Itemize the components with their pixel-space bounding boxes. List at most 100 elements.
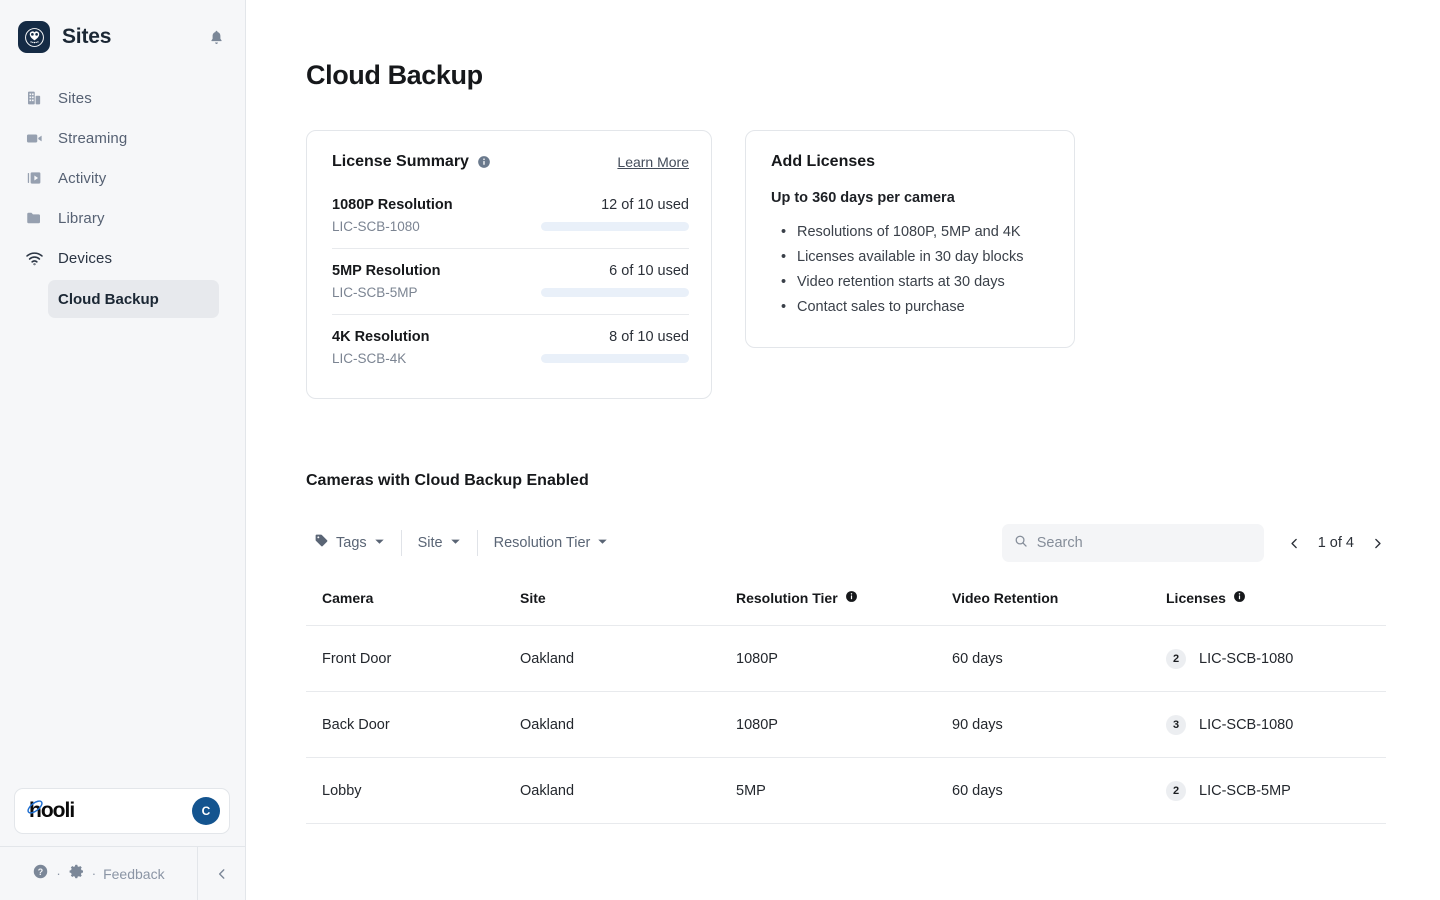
sidebar-item-streaming[interactable]: Streaming: [12, 118, 233, 158]
table-header-row: Camera Site Resolution Tier Video Retent…: [306, 570, 1386, 626]
license-sku: LIC-SCB-1080: [332, 219, 420, 234]
summary-cards: License Summary Learn More 1080P Resolut: [306, 130, 1440, 399]
main-content: Cloud Backup License Summary Learn More: [246, 0, 1440, 900]
license-used: 12 of 10 used: [601, 197, 689, 213]
sidebar-item-cloud-backup[interactable]: Cloud Backup: [48, 280, 219, 318]
cell-resolution-tier: 5MP: [736, 782, 766, 799]
table-row[interactable]: Back Door Oakland 1080P 90 days 3 LIC-SC…: [306, 692, 1386, 758]
license-summary-card: License Summary Learn More 1080P Resolut: [306, 130, 712, 399]
license-name: 4K Resolution: [332, 329, 430, 345]
search-box[interactable]: [1001, 524, 1264, 562]
list-item: Licenses available in 30 day blocks: [771, 245, 1050, 270]
info-icon[interactable]: [477, 155, 491, 169]
org-switcher[interactable]: hooli C: [14, 788, 230, 834]
info-icon[interactable]: [845, 590, 858, 606]
avatar[interactable]: C: [192, 797, 220, 825]
license-sku-label: LIC-SCB-5MP: [1199, 782, 1291, 799]
filter-label: Resolution Tier: [493, 535, 591, 551]
owl-logo-icon[interactable]: [18, 21, 50, 53]
feedback-link[interactable]: Feedback: [103, 866, 164, 882]
add-licenses-subtitle: Up to 360 days per camera: [771, 190, 955, 206]
sidebar-item-label: Streaming: [58, 129, 128, 147]
table-row[interactable]: Front Door Oakland 1080P 60 days 2 LIC-S…: [306, 626, 1386, 692]
column-header-licenses: Licenses: [1166, 590, 1386, 606]
search-icon: [1014, 534, 1028, 553]
column-header-label: Resolution Tier: [736, 589, 838, 606]
sidebar-item-activity[interactable]: Activity: [12, 158, 233, 198]
license-row: 4K Resolution 8 of 10 used LIC-SCB-4K: [332, 314, 689, 380]
column-header-label: Licenses: [1166, 589, 1226, 606]
list-item: Contact sales to purchase: [771, 295, 1050, 320]
cell-resolution-tier: 1080P: [736, 650, 778, 667]
pagination-prev-button[interactable]: [1286, 531, 1304, 555]
footer-separator-2: ·: [91, 866, 97, 881]
tag-icon: [314, 533, 329, 553]
gear-icon[interactable]: [68, 863, 85, 885]
license-count-badge: 2: [1166, 780, 1186, 801]
sidebar-item-label: Cloud Backup: [58, 290, 159, 308]
filter-site[interactable]: Site: [402, 526, 477, 560]
activity-play-icon: [24, 168, 44, 188]
cell-site: Oakland: [520, 716, 575, 733]
sidebar-header: Sites: [0, 0, 245, 56]
license-name: 1080P Resolution: [332, 197, 453, 213]
footer-separator: ·: [56, 866, 61, 881]
license-progress-bar: [541, 222, 689, 231]
bell-icon[interactable]: [203, 24, 229, 50]
sidebar-item-devices[interactable]: Devices: [12, 238, 233, 278]
cell-camera: Lobby: [322, 782, 362, 799]
cell-site: Oakland: [520, 782, 575, 799]
section-title: Cameras with Cloud Backup Enabled: [306, 472, 589, 489]
info-icon[interactable]: [1233, 590, 1246, 606]
list-item: Resolutions of 1080P, 5MP and 4K: [771, 220, 1050, 245]
license-progress-bar: [541, 354, 689, 363]
table-row[interactable]: Lobby Oakland 5MP 60 days 2 LIC-SCB-5MP: [306, 758, 1386, 824]
license-count-badge: 2: [1166, 648, 1186, 669]
sidebar-item-library[interactable]: Library: [12, 198, 233, 238]
sidebar-item-label: Sites: [58, 89, 92, 107]
learn-more-link[interactable]: Learn More: [617, 154, 689, 170]
sidebar-item-label: Activity: [58, 169, 107, 187]
license-sku: LIC-SCB-5MP: [332, 285, 418, 300]
sidebar-item-label: Devices: [58, 249, 113, 267]
folder-icon: [24, 208, 44, 228]
column-header-resolution-tier: Resolution Tier: [736, 590, 952, 606]
column-header-video-retention: Video Retention: [952, 589, 1059, 606]
wifi-icon: [24, 248, 44, 268]
license-rows: 1080P Resolution 12 of 10 used LIC-SCB-1…: [332, 187, 689, 380]
pagination-next-button[interactable]: [1368, 531, 1386, 555]
chevron-left-icon[interactable]: [198, 847, 246, 900]
help-circle-icon[interactable]: ?: [32, 863, 49, 885]
cell-resolution-tier: 1080P: [736, 716, 778, 733]
license-summary-title: License Summary: [332, 153, 469, 170]
search-input[interactable]: [1036, 535, 1252, 551]
pagination: 1 of 4: [1286, 531, 1386, 555]
license-row: 5MP Resolution 6 of 10 used LIC-SCB-5MP: [332, 248, 689, 314]
svg-text:?: ?: [38, 866, 43, 876]
list-item: Video retention starts at 30 days: [771, 270, 1050, 295]
license-sku-label: LIC-SCB-1080: [1199, 650, 1294, 667]
video-camera-icon: [24, 128, 44, 148]
filter-tags[interactable]: Tags: [306, 526, 401, 560]
sidebar-item-label: Library: [58, 209, 105, 227]
chevron-down-icon: [374, 534, 385, 552]
cell-site: Oakland: [520, 650, 575, 667]
cell-video-retention: 60 days: [952, 650, 1003, 667]
license-used: 8 of 10 used: [609, 329, 689, 345]
table-toolbar: Tags Site Resolution Tier Search 1 of 4: [306, 516, 1386, 570]
cameras-table: Camera Site Resolution Tier Video Retent…: [306, 570, 1386, 824]
sidebar: Sites Sites Streaming Activity Library D…: [0, 0, 246, 900]
filter-label: Site: [417, 535, 443, 551]
cell-video-retention: 60 days: [952, 782, 1003, 799]
license-summary-header: License Summary Learn More: [332, 153, 689, 171]
app-root: Sites Sites Streaming Activity Library D…: [0, 0, 1440, 900]
cell-licenses: 2 LIC-SCB-1080: [1166, 648, 1386, 669]
sidebar-footer: ? · · Feedback: [0, 846, 246, 900]
filter-label: Tags: [336, 535, 367, 551]
license-sku: LIC-SCB-4K: [332, 351, 407, 366]
chevron-down-icon: [450, 534, 461, 552]
sidebar-item-sites[interactable]: Sites: [12, 78, 233, 118]
license-sku-label: LIC-SCB-1080: [1199, 716, 1294, 733]
filter-resolution-tier[interactable]: Resolution Tier: [478, 526, 625, 560]
license-count-badge: 3: [1166, 714, 1186, 735]
